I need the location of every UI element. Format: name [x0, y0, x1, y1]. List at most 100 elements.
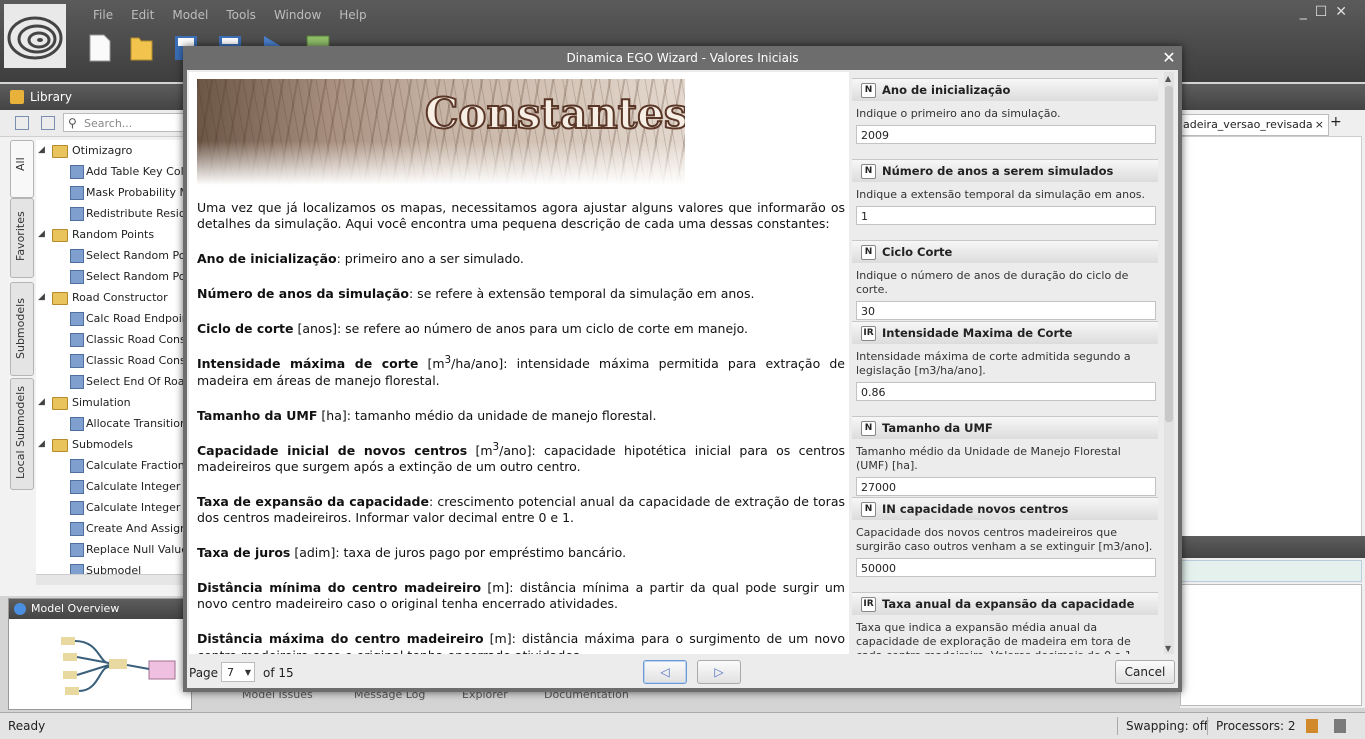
- tree-item[interactable]: Submodel: [36, 560, 186, 574]
- parameter-input[interactable]: 50000: [856, 558, 1156, 577]
- tree-folder[interactable]: ◢ Otimizagro: [36, 140, 186, 161]
- parameter-group: N Ciclo Corte Indique o número de anos de …: [852, 240, 1158, 320]
- parameter-header: IR Taxa anual da expansão da capacidade: [852, 592, 1158, 615]
- tree-view-icon[interactable]: [15, 116, 29, 130]
- parameter-input[interactable]: 0.86: [856, 382, 1156, 401]
- tab-favorites[interactable]: Favorites: [10, 198, 34, 278]
- tab-all[interactable]: All: [10, 140, 34, 198]
- page-count: of 15: [263, 666, 294, 680]
- tree-item[interactable]: Select Random Poin: [36, 245, 186, 266]
- tree-item[interactable]: Mask Probability Ma: [36, 182, 186, 203]
- parameter-input[interactable]: 30: [856, 301, 1156, 320]
- operator-icon: [70, 249, 84, 263]
- menu-help[interactable]: Help: [330, 8, 375, 22]
- menu-window[interactable]: Window: [265, 8, 330, 22]
- tree-item[interactable]: Allocate Transitions: [36, 413, 186, 434]
- parameter-group: IR Intensidade Maxima de Corte Intensidade…: [852, 321, 1158, 401]
- parameter-group: N Número de anos a serem simulados Indique…: [852, 159, 1158, 225]
- page-select-value: 7: [227, 666, 234, 679]
- tree-item[interactable]: Replace Null Values: [36, 539, 186, 560]
- dialog-close-button[interactable]: ✕: [1160, 47, 1178, 69]
- constant-text: : tamanho médio da unidade de manejo flo…: [346, 407, 657, 423]
- parameter-input[interactable]: 27000: [856, 477, 1156, 496]
- tree-folder[interactable]: ◢ Submodels: [36, 434, 186, 455]
- tree-item[interactable]: Select Random Poin: [36, 266, 186, 287]
- scroll-thumb[interactable]: [1165, 86, 1173, 422]
- cancel-button[interactable]: Cancel: [1115, 660, 1175, 684]
- tab-local-submodels[interactable]: Local Submodels: [10, 378, 34, 490]
- operator-icon: [70, 270, 84, 284]
- constant-name: Intensidade máxima de corte: [197, 356, 419, 372]
- collapse-icon[interactable]: ◢: [38, 140, 45, 161]
- constant-description: Tamanho da UMF [ha]: tamanho médio da un…: [197, 404, 845, 424]
- next-button[interactable]: ▷: [697, 660, 741, 684]
- parameter-input[interactable]: 1: [856, 206, 1156, 225]
- dinamica-logo-icon: [4, 4, 66, 68]
- tree-item-label: Classic Road Constr: [86, 354, 186, 367]
- scroll-down-icon[interactable]: ▼: [1165, 644, 1171, 653]
- open-folder-icon[interactable]: [130, 34, 154, 62]
- parameters-form: N Ano de inicialização Indique o primeiro …: [852, 72, 1160, 654]
- folder-icon: [52, 396, 68, 410]
- menu-edit[interactable]: Edit: [122, 8, 163, 22]
- tree-folder[interactable]: ◢ Road Constructor: [36, 287, 186, 308]
- window-controls[interactable]: _☐✕: [1300, 4, 1355, 20]
- parameter-input[interactable]: 2009: [856, 125, 1156, 144]
- menu-tools[interactable]: Tools: [217, 8, 265, 22]
- model-overview-title: Model Overview: [31, 602, 120, 615]
- tree-item[interactable]: Redistribute Residu: [36, 203, 186, 224]
- type-badge-icon: IR: [861, 597, 876, 612]
- constant-name: Tamanho da UMF: [197, 407, 318, 423]
- model-overview-panel: Model Overview: [8, 598, 192, 710]
- form-vertical-scrollbar[interactable]: ▲ ▼: [1164, 72, 1174, 654]
- trash-icon[interactable]: [1334, 719, 1346, 733]
- book-icon[interactable]: [1306, 719, 1318, 733]
- add-tab-icon[interactable]: +: [1330, 114, 1342, 130]
- collapse-icon[interactable]: ◢: [38, 392, 45, 413]
- lower-right-header: [1180, 536, 1365, 558]
- menu-file[interactable]: File: [84, 8, 122, 22]
- model-tab[interactable]: adeira_versao_revisada ×: [1180, 114, 1329, 136]
- parameter-description: Capacidade dos novos centros madeireiros…: [856, 526, 1153, 553]
- tree-item[interactable]: Calc Road Endpoint: [36, 308, 186, 329]
- tab-submodels[interactable]: Submodels: [10, 282, 34, 376]
- tree-item-label: Classic Road Constr: [86, 333, 186, 346]
- status-ready: Ready: [8, 719, 46, 733]
- tree-folder[interactable]: ◢ Simulation: [36, 392, 186, 413]
- tree-item[interactable]: Add Table Key Colu: [36, 161, 186, 182]
- tree-item[interactable]: Select End Of Roads: [36, 371, 186, 392]
- tree-folder-label: Random Points: [72, 228, 155, 241]
- constant-unit-rest: /ha/ano]: [451, 356, 504, 372]
- collapse-icon[interactable]: ◢: [38, 287, 45, 308]
- menu-model[interactable]: Model: [163, 8, 217, 22]
- library-search-input[interactable]: ⚲ Search...: [63, 113, 188, 132]
- parameter-title: Número de anos a serem simulados: [882, 164, 1114, 178]
- tree-item-label: Mask Probability Ma: [86, 186, 186, 199]
- status-divider: [1117, 717, 1118, 735]
- operator-icon: [70, 543, 84, 557]
- tree-item[interactable]: Classic Road Constr: [36, 350, 186, 371]
- tree-item[interactable]: Classic Road Constr: [36, 329, 186, 350]
- library-horizontal-scrollbar[interactable]: [36, 574, 186, 585]
- tree-item[interactable]: Calculate Fractional: [36, 455, 186, 476]
- constant-name: Capacidade inicial de novos centros: [197, 442, 468, 458]
- tree-item[interactable]: Calculate Integer Co: [36, 476, 186, 497]
- scroll-up-icon[interactable]: ▲: [1165, 74, 1171, 83]
- page-select[interactable]: 7 ▼: [221, 662, 255, 682]
- collapse-icon[interactable]: ◢: [38, 434, 45, 455]
- list-view-icon[interactable]: [41, 116, 55, 130]
- new-file-icon[interactable]: [88, 34, 112, 62]
- tree-item[interactable]: Calculate Integer La: [36, 497, 186, 518]
- parameter-group: N Tamanho da UMF Tamanho médio da Unidade …: [852, 416, 1158, 496]
- previous-arrow-icon: ◁: [660, 665, 670, 679]
- parameter-header: N Ano de inicialização: [852, 78, 1158, 101]
- collapse-icon[interactable]: ◢: [38, 224, 45, 245]
- search-icon: ⚲: [68, 116, 77, 130]
- previous-button[interactable]: ◁: [643, 660, 687, 684]
- tree-item[interactable]: Create And Assign C: [36, 518, 186, 539]
- tree-folder[interactable]: ◢ Random Points: [36, 224, 186, 245]
- model-overview-thumbnail[interactable]: [9, 619, 189, 707]
- model-canvas[interactable]: [1180, 136, 1362, 552]
- close-tab-icon[interactable]: ×: [1315, 115, 1324, 135]
- tree-folder-label: Otimizagro: [72, 144, 133, 157]
